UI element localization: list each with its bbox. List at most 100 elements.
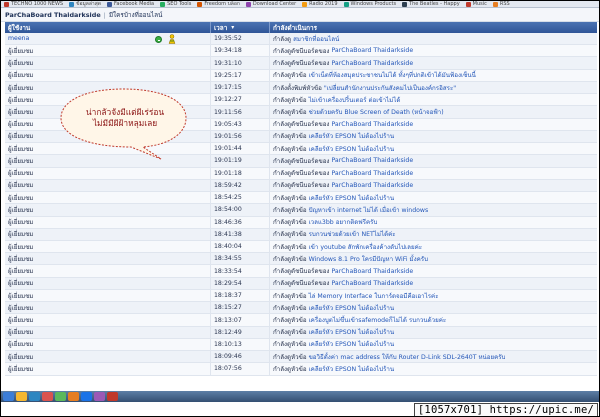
bookmark-item[interactable]: Facebook Media xyxy=(104,1,157,7)
activity-link[interactable]: สมาชิกที่ออนไลน์ xyxy=(293,34,339,44)
taskbar-app-icon[interactable] xyxy=(16,392,27,401)
annotation-text: น่ากลัวจังมีแต่ผีเร่ร่อน ไม่มีมีผีฝ้าหลุ… xyxy=(75,107,175,129)
user-cell: ผู้เยี่ยมชม xyxy=(5,363,211,375)
activity-link[interactable]: ไล่ Memory Interface ในการ์ดจอมีคือเอาไร… xyxy=(309,291,439,301)
activity-cell: กำลังดูหัวข้อ ปัญหาเข้า internet ไม่ได้ เ… xyxy=(270,204,597,215)
taskbar-app-icon[interactable] xyxy=(42,392,53,401)
activity-link[interactable]: ปัญหาเข้า internet ไม่ได้ เมื่อเข้า wind… xyxy=(309,205,429,215)
activity-cell: กำลังดูดัชนีบอร์ดของ ParChaBoard Thaidark… xyxy=(270,265,597,276)
table-row: ผู้เยี่ยมชม 18:15:27 กำลังดูหัวข้อ เคลียร์ห… xyxy=(5,302,597,315)
activity-link[interactable]: ParChaBoard Thaidarkside xyxy=(331,268,413,275)
activity-link[interactable]: เคลียร์หัว EPSON ไม่ต้องไปร้าน xyxy=(309,144,395,154)
activity-cell: กำลังดูหัวข้อ เคลียร์หัว EPSON ไม่ต้องไปร… xyxy=(270,131,597,142)
time-cell: 18:18:37 xyxy=(211,289,270,302)
activity-link[interactable]: เคลียร์หัว EPSON ไม่ต้องไปร้าน xyxy=(309,303,395,313)
activity-cell: กำลังตั้งพิมพ์หัวข้อ "เปลี่ยนสำนักงานประก… xyxy=(270,82,597,93)
bookmark-item[interactable]: Music xyxy=(463,1,490,7)
activity-link[interactable]: ช่วยด้วยครับ Blue Screen of Death (หน้าจ… xyxy=(309,107,444,117)
activity-link[interactable]: ParChaBoard Thaidarkside xyxy=(331,121,413,128)
time-cell: 19:01:44 xyxy=(211,143,270,155)
time-cell: 19:35:52 xyxy=(211,33,270,45)
activity-cell: กำลังดูหัวข้อ ช่วยด้วยครับ Blue Screen of… xyxy=(270,106,597,117)
activity-link[interactable]: ParChaBoard Thaidarkside xyxy=(331,170,413,177)
taskbar-app-icon[interactable] xyxy=(81,392,92,401)
activity-link[interactable]: เคลียร์หัว EPSON ไม่ต้องไปร้าน xyxy=(309,339,395,349)
user-cell: ผู้เยี่ยมชม xyxy=(5,216,211,228)
activity-cell: กำลังดูดัชนีบอร์ดของ ParChaBoard Thaidark… xyxy=(270,57,597,68)
bookmark-item[interactable]: Freedom บล็อก xyxy=(194,1,243,7)
activity-link[interactable]: ParChaBoard Thaidarkside xyxy=(331,182,413,189)
activity-link[interactable]: Windows 8.1 Pro ใครมีปัญหา WiFi มั้งครับ xyxy=(309,254,428,264)
column-header-time[interactable]: เวลา ▾ xyxy=(211,22,270,33)
bookmark-item[interactable]: The Beatles - Happy xyxy=(399,1,463,7)
bookmark-label: Windows Products xyxy=(350,1,397,7)
page-content: ผู้ใช้งาน เวลา ▾ กำลังดำเนินการ meena 19:… xyxy=(5,22,597,392)
start-button-icon[interactable] xyxy=(3,392,14,401)
table-row: ผู้เยี่ยมชม 18:29:54 กำลังดูดัชนีบอร์ดของ P… xyxy=(5,277,597,290)
column-header-user[interactable]: ผู้ใช้งาน xyxy=(5,22,211,33)
activity-cell: กำลังดูหัวข้อ ไม่เข้าเครื่องปริ้นเตอร์ ต่… xyxy=(270,94,597,105)
bookmark-item[interactable]: Radio 2019 xyxy=(299,1,340,7)
bookmark-item[interactable]: Windows Products xyxy=(341,1,400,7)
user-profile-link[interactable]: meena xyxy=(8,35,29,42)
activity-cell: กำลังดูหัวข้อ เวลแ3bb อยากติดฟรีครับ xyxy=(270,217,597,228)
taskbar-app-icon[interactable] xyxy=(94,392,105,401)
activity-link[interactable]: ParChaBoard Thaidarkside xyxy=(331,47,413,54)
activity-prefix: กำลังดูหัวข้อ xyxy=(273,365,307,373)
activity-prefix: กำลังดูหัวข้อ xyxy=(273,219,307,227)
bookmark-item[interactable]: SEO Tools xyxy=(157,1,194,7)
bookmark-item[interactable]: TECHNO 1000 NEWS xyxy=(1,1,66,7)
activity-link[interactable]: ParChaBoard Thaidarkside xyxy=(331,60,413,67)
add-friend-icon[interactable] xyxy=(168,34,176,44)
activity-link[interactable]: ไม่เข้าเครื่องปริ้นเตอร์ ต่อเข้าไม่ได้ xyxy=(309,95,401,105)
activity-link[interactable]: เวลแ3bb อยากติดฟรีครับ xyxy=(309,217,378,227)
sort-descending-icon[interactable]: ▾ xyxy=(231,24,234,31)
bookmark-label: ข้อมูลล่าสุด xyxy=(76,1,102,7)
breadcrumb-forum-link[interactable]: ParChaBoard Thaidarkside xyxy=(5,11,101,19)
table-row: ผู้เยี่ยมชม 18:09:46 กำลังดูหัวข้อ ขอวิธีตั… xyxy=(5,351,597,364)
taskbar-app-icon[interactable] xyxy=(55,392,66,401)
activity-link[interactable]: รบกวนช่วยด้วยเข้า NETไม่ได้ค่ะ xyxy=(309,229,396,239)
taskbar xyxy=(1,391,599,402)
activity-link[interactable]: เครื่องบูตไม่ขึ้นเข้าsafemodeก็ไม่ได้ รบ… xyxy=(309,315,447,325)
taskbar-app-icon[interactable] xyxy=(29,392,40,401)
bookmark-label: SEO Tools xyxy=(167,1,192,7)
activity-link[interactable]: เคลียร์หัว EPSON ไม่ต้องไปร้าน xyxy=(309,131,395,141)
activity-link[interactable]: ขอวิธีตั้งค่า mac address ให้กับ Router … xyxy=(309,352,506,362)
activity-prefix: กำลังดูหัวข้อ xyxy=(273,133,307,141)
user-cell: meena xyxy=(5,33,211,45)
activity-prefix: กำลังดูดัชนีบอร์ดของ xyxy=(273,47,330,55)
column-header-time-label: เวลา xyxy=(214,23,228,32)
activity-link[interactable]: เคลียร์หัว EPSON ไม่ต้องไปร้าน xyxy=(309,327,395,337)
user-cell: ผู้เยี่ยมชม xyxy=(5,289,211,302)
activity-link[interactable]: เคลียร์หัว EPSON ไม่ต้องไปร้าน xyxy=(309,364,395,374)
time-cell: 18:13:07 xyxy=(211,314,270,326)
column-header-user-label: ผู้ใช้งาน xyxy=(8,23,31,32)
bookmark-item[interactable]: Download Center xyxy=(243,1,299,7)
annotation-bubble: น่ากลัวจังมีแต่ผีเร่ร่อน ไม่มีมีผีฝ้าหลุ… xyxy=(57,86,190,162)
annotation-line-1: น่ากลัวจังมีแต่ผีเร่ร่อน xyxy=(85,107,165,117)
taskbar-app-icon[interactable] xyxy=(107,392,118,401)
user-cell: ผู้เยี่ยมชม xyxy=(5,45,211,57)
user-cell: ผู้เยี่ยมชม xyxy=(5,69,211,81)
guest-label: ผู้เยี่ยมชม xyxy=(8,145,34,153)
activity-link[interactable]: "เปลี่ยนสำนักงานประกันสังคมไปเป็นองค์กรอ… xyxy=(324,83,456,93)
bookmark-item[interactable]: ข้อมูลล่าสุด xyxy=(66,1,104,7)
table-row: ผู้เยี่ยมชม 19:01:18 กำลังดูดัชนีบอร์ดของ P… xyxy=(5,167,597,180)
guest-label: ผู้เยี่ยมชม xyxy=(8,157,34,165)
time-cell: 18:46:36 xyxy=(211,216,270,228)
activity-link[interactable]: เคลียร์หัว EPSON ไม่ต้องไปร้าน xyxy=(309,193,395,203)
table-row: ผู้เยี่ยมชม 19:34:18 กำลังดูดัชนีบอร์ดของ P… xyxy=(5,45,597,58)
activity-prefix: กำลังดูหัวข้อ xyxy=(273,145,307,153)
bookmark-item[interactable]: RSS xyxy=(490,1,513,7)
activity-link[interactable]: ParChaBoard Thaidarkside xyxy=(331,280,413,287)
column-header-activity[interactable]: กำลังดำเนินการ xyxy=(270,22,597,33)
activity-link[interactable]: เข้า youtube สักพักเครื่องค้างดับไปเลยค่… xyxy=(309,242,422,252)
activity-prefix: กำลังดูดัชนีบอร์ดของ xyxy=(273,121,330,129)
activity-prefix: กำลังดูดัชนีบอร์ดของ xyxy=(273,157,330,165)
activity-link[interactable]: เข้าเน็ตที่ห้องสมุดประชาชนไม่ได้ ทั้งๆที… xyxy=(309,70,476,80)
table-row: ผู้เยี่ยมชม 18:07:56 กำลังดูหัวข้อ เคลียร์ห… xyxy=(5,363,597,376)
activity-link[interactable]: ParChaBoard Thaidarkside xyxy=(331,157,413,164)
user-cell: ผู้เยี่ยมชม xyxy=(5,167,211,179)
taskbar-app-icon[interactable] xyxy=(68,392,79,401)
